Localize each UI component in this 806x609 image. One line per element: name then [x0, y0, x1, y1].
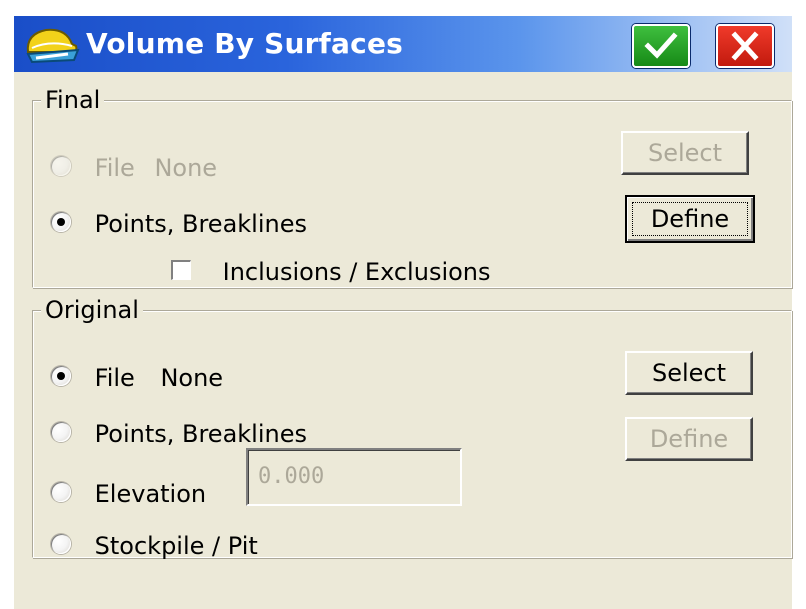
- final-points-breaklines-option: Points, Breaklines: [51, 207, 307, 239]
- original-stockpile-pit-option: Stockpile / Pit: [51, 529, 258, 561]
- original-file-label: File: [94, 364, 135, 392]
- elevation-input[interactable]: 0.000: [246, 448, 462, 506]
- final-define-button[interactable]: Define: [625, 195, 755, 243]
- title-bar: Volume By Surfaces: [14, 16, 792, 72]
- final-group: Final File None Points, Breaklines Inclu…: [32, 84, 792, 288]
- inclusions-exclusions-option: Inclusions / Exclusions: [171, 255, 491, 287]
- inclusions-exclusions-checkbox[interactable]: [171, 260, 191, 280]
- original-file-option: File None: [51, 361, 223, 393]
- original-stockpile-pit-radio[interactable]: [51, 534, 71, 554]
- inclusions-exclusions-label: Inclusions / Exclusions: [222, 258, 491, 286]
- final-points-breaklines-label: Points, Breaklines: [94, 210, 307, 238]
- original-points-breaklines-option: Points, Breaklines: [51, 417, 307, 449]
- volume-by-surfaces-dialog: Volume By Surfaces Final File None Point…: [14, 16, 792, 609]
- checkmark-icon: [644, 32, 678, 59]
- final-points-breaklines-radio[interactable]: [51, 212, 71, 232]
- hardhat-logo-icon: [22, 22, 82, 66]
- original-file-radio[interactable]: [51, 366, 71, 386]
- original-file-value: None: [160, 364, 224, 392]
- final-select-button[interactable]: Select: [621, 131, 749, 175]
- original-points-breaklines-label: Points, Breaklines: [94, 420, 307, 448]
- window-title: Volume By Surfaces: [86, 27, 404, 60]
- original-group-label: Original: [41, 294, 143, 326]
- original-points-breaklines-radio[interactable]: [51, 422, 71, 442]
- final-file-value: None: [154, 154, 218, 182]
- original-elevation-radio[interactable]: [51, 482, 71, 502]
- ok-button[interactable]: [632, 24, 690, 68]
- original-select-button[interactable]: Select: [625, 351, 753, 395]
- original-elevation-label: Elevation: [94, 480, 207, 508]
- original-group: Original File None Points, Breaklines El…: [32, 294, 792, 561]
- original-stockpile-pit-label: Stockpile / Pit: [94, 532, 258, 560]
- close-button[interactable]: [716, 24, 774, 68]
- final-file-radio[interactable]: [51, 156, 71, 176]
- final-file-option: File None: [51, 151, 217, 183]
- final-group-label: Final: [41, 84, 105, 116]
- close-x-icon: [731, 31, 759, 61]
- final-define-label: Define: [650, 205, 730, 233]
- original-define-button[interactable]: Define: [625, 417, 753, 461]
- final-file-label: File: [94, 154, 135, 182]
- original-elevation-option: Elevation: [51, 477, 206, 509]
